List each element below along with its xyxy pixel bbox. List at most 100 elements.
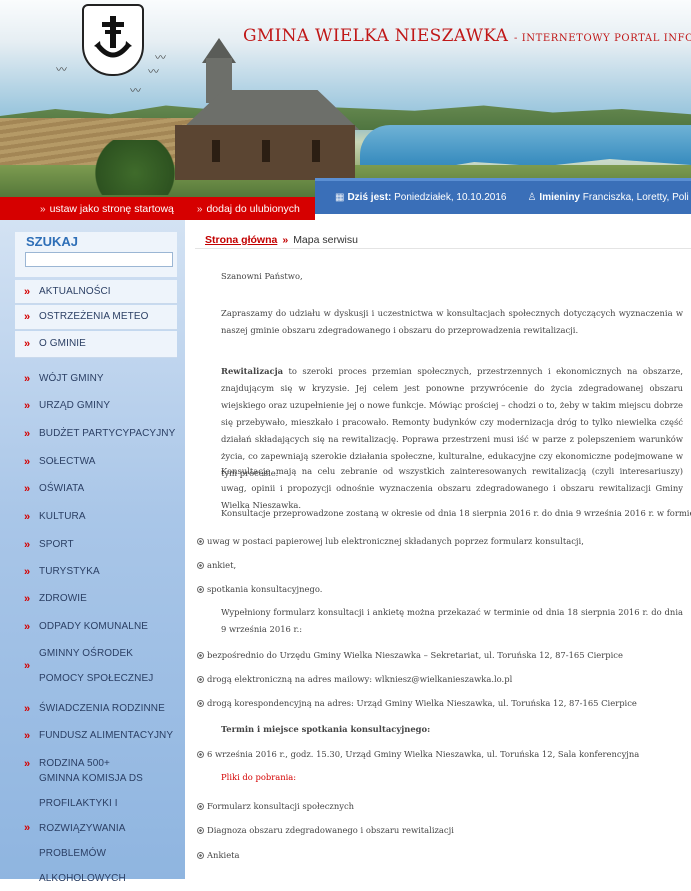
breadcrumb-home-link[interactable]: Strona główna — [205, 234, 277, 246]
list-item-text: drogą elektroniczną na adres mailowy: wl… — [207, 674, 513, 684]
sidebar-item-wojt-gminy[interactable]: » WÓJT GMINY — [15, 366, 177, 391]
set-homepage-label: ustaw jako stronę startową — [49, 202, 174, 215]
meeting-heading: Termin i miejsce spotkania konsultacyjne… — [221, 724, 431, 734]
bullet-icon — [197, 700, 204, 707]
sidebar-item-zdrowie[interactable]: » ZDROWIE — [15, 586, 177, 611]
sidebar-item-kultura[interactable]: » KULTURA — [15, 504, 177, 529]
sidebar-item-aktualnosci[interactable]: » AKTUALNOŚCI — [15, 280, 177, 304]
date-info: ▦ Dziś jest: Poniedziałek, 10.10.2016 — [335, 192, 506, 203]
breadcrumb-current: Mapa serwisu — [293, 234, 358, 246]
sidebar-item-sport[interactable]: » SPORT — [15, 532, 177, 557]
paragraph-submission: Wypełniony formularz konsultacji i ankie… — [221, 607, 683, 634]
sidebar-item-label: KULTURA — [39, 510, 86, 522]
search-label: SZUKAJ — [26, 234, 79, 249]
sidebar-item-urzad-gminy[interactable]: » URZĄD GMINY — [15, 393, 177, 418]
quick-links-bar: » ustaw jako stronę startową » dodaj do ul… — [0, 197, 315, 220]
list-item-text: uwag w postaci papierowej lub elektronic… — [207, 536, 584, 546]
download-link-text: Formularz konsultacji społecznych — [207, 801, 355, 811]
bullet-icon — [197, 562, 204, 569]
list-item: ankiet, — [197, 559, 236, 571]
list-item: drogą elektroniczną na adres mailowy: wl… — [197, 673, 512, 685]
sidebar-item-label: GMINNY OŚRODEK POMOCY SPOŁECZNEJ — [39, 648, 154, 684]
header-banner: 〰 〰 〰 〰 GMINA WIELKA NIESZAWKA - INTERNE… — [0, 0, 691, 197]
double-chevron-icon: » — [23, 565, 31, 578]
sidebar-item-fundusz[interactable]: » FUNDUSZ ALIMENTACYJNY — [15, 723, 177, 748]
double-chevron-icon: » — [23, 538, 31, 551]
site-title-sub: - INTERNETOWY PORTAL INFORMACYJNY — [513, 33, 691, 44]
nameday-label: Imieniny — [539, 192, 580, 203]
sidebar-item-label: ŚWIADCZENIA RODZINNE — [39, 702, 165, 714]
sidebar-item-label: OSTRZEŻENIA METEO — [39, 311, 149, 322]
site-title: GMINA WIELKA NIESZAWKA - INTERNETOWY POR… — [243, 26, 691, 46]
sidebar-item-label: OŚWIATA — [39, 482, 85, 494]
list-item: uwag w postaci papierowej lub elektronic… — [197, 535, 584, 547]
double-chevron-icon: » — [23, 702, 31, 715]
list-item-text: ankiet, — [207, 560, 237, 570]
bullet-icon — [197, 652, 204, 659]
coat-of-arms-logo[interactable] — [82, 4, 144, 76]
search-input[interactable] — [25, 252, 173, 267]
date-value: Poniedziałek, 10.10.2016 — [394, 192, 507, 203]
greeting: Szanowni Państwo, — [221, 271, 303, 281]
sidebar-item-label: FUNDUSZ ALIMENTACYJNY — [39, 729, 174, 741]
add-favorites-label: dodaj do ulubionych — [206, 202, 300, 215]
sidebar-item-label: ODPADY KOMUNALNE — [39, 620, 149, 632]
double-chevron-icon: » — [23, 482, 31, 495]
bullet-icon — [197, 803, 204, 810]
download-link-text: Ankieta — [207, 850, 240, 860]
church-window — [212, 140, 220, 162]
sidebar-item-label: WÓJT GMINY — [39, 372, 104, 384]
calendar-icon: ▦ — [335, 192, 345, 203]
sidebar-item-swiadczenia[interactable]: » ŚWIADCZENIA RODZINNE — [15, 696, 177, 721]
double-chevron-icon: » — [23, 822, 31, 834]
date-label: Dziś jest: — [347, 192, 392, 203]
double-chevron-icon: » — [23, 592, 31, 605]
bird-icon: 〰 — [155, 51, 166, 64]
bullet-icon — [197, 751, 204, 758]
files-heading: Pliki do pobrania: — [221, 772, 297, 782]
person-icon: ♙ — [527, 192, 537, 203]
sidebar-item-label: TURYSTYKA — [39, 565, 100, 577]
sidebar-item-gops[interactable]: » GMINNY OŚRODEK POMOCY SPOŁECZNEJ — [15, 640, 177, 692]
breadcrumb-separator: » — [282, 234, 289, 246]
sidebar-item-komisja[interactable]: » GMINNA KOMISJA DS PROFILAKTYKI I ROZWIĄ… — [15, 773, 177, 884]
bird-icon: 〰 — [130, 84, 141, 97]
site-title-main: GMINA WIELKA NIESZAWKA — [243, 26, 509, 46]
breadcrumb: Strona główna » Mapa serwisu — [205, 234, 358, 246]
paragraph-rewitalizacja-text: to szeroki proces przemian społecznych, … — [221, 366, 683, 478]
sidebar-item-turystyka[interactable]: » TURYSTYKA — [15, 559, 177, 584]
list-item-text: bezpośrednio do Urzędu Gminy Wielka Nies… — [207, 650, 623, 660]
nameday-value: Franciszka, Loretty, Poli — [582, 192, 689, 203]
bird-icon: 〰 — [148, 65, 159, 78]
download-link[interactable]: Ankieta — [197, 849, 240, 861]
download-link-text: Diagnoza obszaru zdegradowanego i obszar… — [207, 825, 454, 835]
sidebar-item-label: AKTUALNOŚCI — [39, 285, 111, 297]
sidebar-item-label: O GMINIE — [39, 338, 86, 349]
sidebar-item-oswiata[interactable]: » OŚWIATA — [15, 476, 177, 501]
sidebar-item-odpady[interactable]: » ODPADY KOMUNALNE — [15, 614, 177, 639]
add-favorites-link[interactable]: » dodaj do ulubionych — [197, 203, 300, 215]
bullet-icon — [197, 852, 204, 859]
paragraph-intro: Zapraszamy do udziału w dyskusji i uczes… — [221, 308, 683, 335]
sidebar-item-solectwa[interactable]: » SOŁECTWA — [15, 449, 177, 474]
sidebar-item-o-gminie[interactable]: » O GMINIE — [15, 331, 177, 358]
double-chevron-icon: » — [196, 203, 203, 215]
double-chevron-icon: » — [23, 729, 31, 742]
bullet-icon — [197, 827, 204, 834]
double-chevron-icon: » — [23, 399, 31, 412]
download-link[interactable]: Diagnoza obszaru zdegradowanego i obszar… — [197, 824, 454, 836]
nameday-info: ♙ Imieniny Franciszka, Loretty, Poli — [527, 192, 688, 203]
double-chevron-icon: » — [23, 427, 31, 440]
sidebar-item-ostrzezenia-meteo[interactable]: » OSTRZEŻENIA METEO — [15, 305, 177, 330]
download-link[interactable]: Formularz konsultacji społecznych — [197, 800, 354, 812]
sidebar-item-label: SOŁECTWA — [39, 455, 96, 467]
list-item: drogą korespondencyjną na adres: Urząd G… — [197, 697, 637, 709]
sidebar-item-budzet[interactable]: » BUDŻET PARTYCYPACYJNY — [15, 421, 177, 446]
double-chevron-icon: » — [23, 311, 31, 323]
double-chevron-icon: » — [23, 757, 31, 770]
church-window — [312, 140, 320, 162]
set-homepage-link[interactable]: » ustaw jako stronę startową — [40, 203, 174, 215]
date-bar: ▦ Dziś jest: Poniedziałek, 10.10.2016 ♙ Im… — [315, 178, 691, 214]
double-chevron-icon: » — [23, 372, 31, 385]
double-chevron-icon: » — [23, 510, 31, 523]
